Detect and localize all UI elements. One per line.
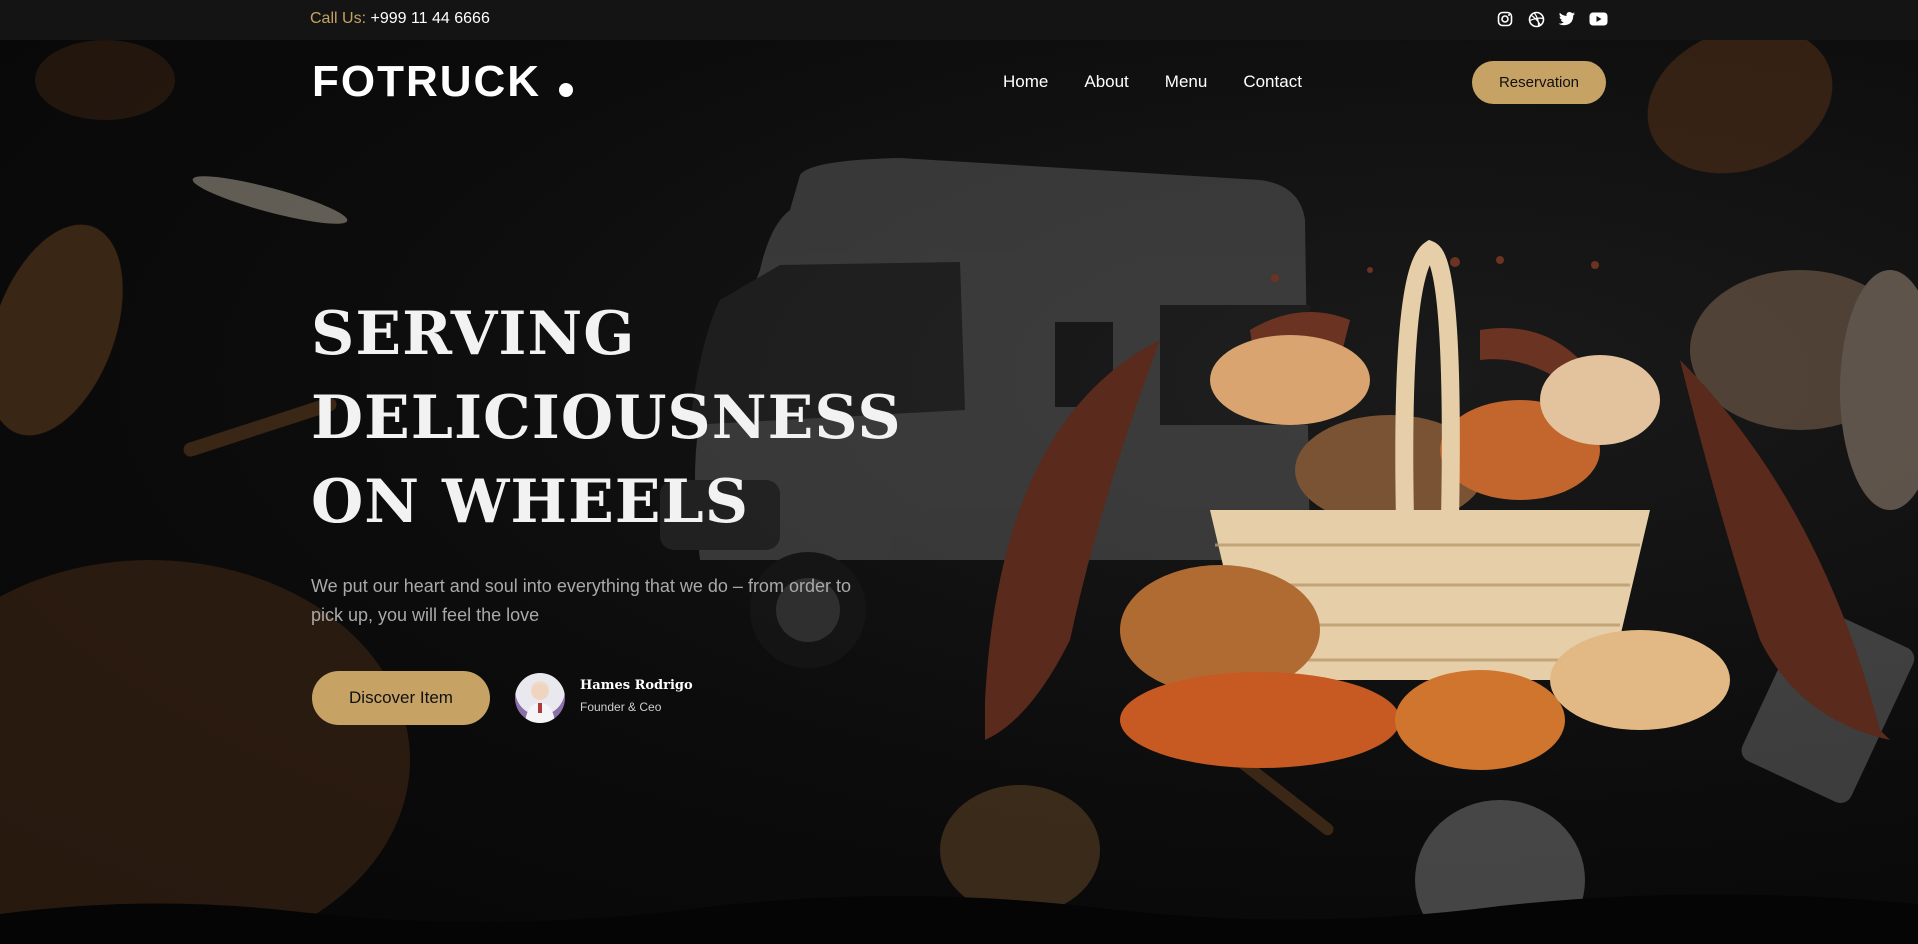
- logo-text: FOTRUCK: [312, 57, 542, 106]
- headline-line-3: ON WHEELS: [311, 467, 750, 537]
- social-links: [1495, 9, 1608, 29]
- avatar: [515, 673, 565, 723]
- nav-about[interactable]: About: [1084, 72, 1128, 92]
- top-bar: Call Us: +999 11 44 6666: [0, 0, 1918, 40]
- hero-background: [0, 0, 1918, 944]
- person-role: Founder & Ceo: [580, 700, 662, 714]
- youtube-icon[interactable]: [1588, 9, 1608, 29]
- nav-home[interactable]: Home: [1003, 72, 1048, 92]
- nav-contact[interactable]: Contact: [1243, 72, 1302, 92]
- twitter-icon[interactable]: [1557, 9, 1577, 29]
- phone-number[interactable]: +999 11 44 6666: [370, 10, 489, 27]
- instagram-icon[interactable]: [1495, 9, 1515, 29]
- brand-logo[interactable]: FOTRUCK: [312, 57, 574, 106]
- main-nav: Home About Menu Contact: [1003, 72, 1302, 92]
- logo-dot: [559, 83, 574, 97]
- nav-menu[interactable]: Menu: [1165, 72, 1208, 92]
- hero-headline: SERVING DELICIOUSNESS ON WHEELS: [311, 292, 902, 544]
- bottom-wave-divider: [0, 894, 1918, 944]
- reservation-button[interactable]: Reservation: [1472, 61, 1606, 104]
- discover-item-button[interactable]: Discover Item: [312, 671, 490, 725]
- person-name: Hames Rodrigo: [580, 678, 693, 693]
- headline-line-1: SERVING: [311, 299, 636, 369]
- headline-line-2: DELICIOUSNESS: [311, 383, 902, 453]
- dribbble-icon[interactable]: [1526, 9, 1546, 29]
- hero-subtext: We put our heart and soul into everythin…: [311, 576, 851, 625]
- call-us: Call Us: +999 11 44 6666: [310, 10, 490, 28]
- call-us-label: Call Us:: [310, 10, 367, 27]
- background-illustration: [0, 26, 1918, 944]
